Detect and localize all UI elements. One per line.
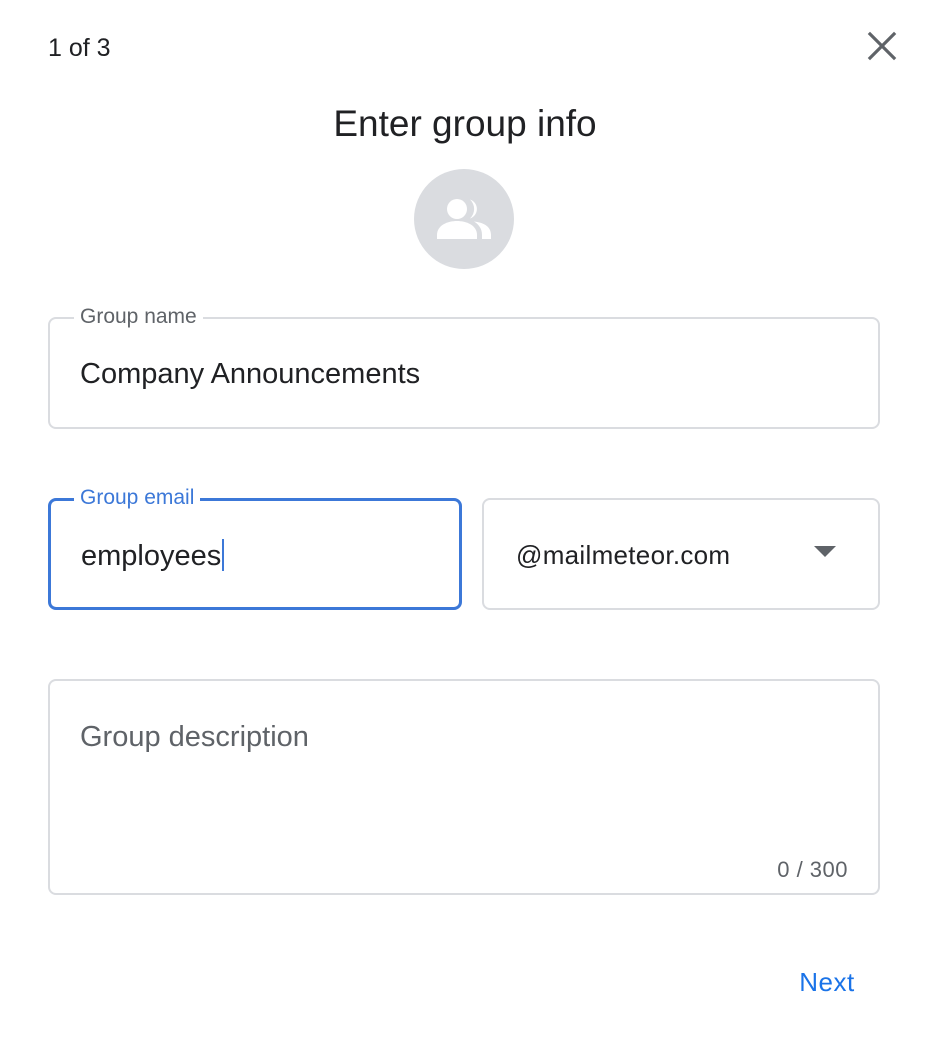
group-email-label: Group email: [74, 484, 201, 512]
dropdown-arrow-icon: [814, 546, 836, 557]
domain-select-value: @mailmeteor.com: [516, 540, 731, 570]
group-description-placeholder: Group description: [80, 721, 309, 753]
group-name-value: Company Announcements: [80, 358, 421, 390]
next-button[interactable]: Next: [780, 958, 874, 1006]
domain-select[interactable]: @mailmeteor.com: [482, 498, 880, 610]
group-email-value: employees: [81, 540, 222, 572]
step-counter: 1 of 3: [48, 34, 111, 62]
close-button[interactable]: [862, 26, 902, 66]
group-avatar: [414, 169, 514, 269]
close-icon: [867, 31, 897, 61]
group-icon: [437, 199, 491, 239]
dialog-title: Enter group info: [333, 103, 597, 144]
group-name-field[interactable]: Group name Company Announcements: [48, 303, 880, 429]
text-caret: [222, 539, 225, 571]
group-description-field[interactable]: Group description 0 / 300: [48, 679, 880, 895]
group-name-label: Group name: [74, 303, 203, 331]
group-email-field[interactable]: Group email employees: [48, 484, 462, 610]
character-counter: 0 / 300: [777, 857, 848, 882]
